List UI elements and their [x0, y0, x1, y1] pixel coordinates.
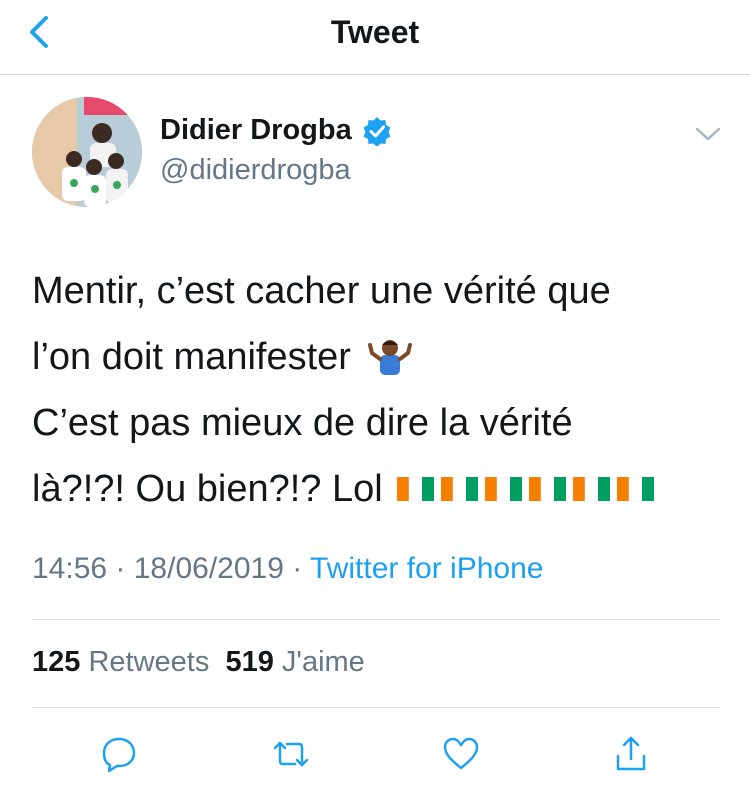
man-shrugging-emoji-icon	[367, 340, 412, 375]
share-icon[interactable]	[611, 734, 651, 774]
likes-count: 519	[225, 646, 274, 678]
ivory-coast-flag-icon	[441, 476, 479, 502]
divider	[32, 707, 720, 708]
tweet-source-link[interactable]: Twitter for iPhone	[310, 552, 543, 585]
reply-icon[interactable]	[99, 734, 139, 774]
ivory-coast-flag-icon	[485, 476, 523, 502]
navigation-bar: Tweet	[0, 0, 750, 75]
likes-label: J'aime	[281, 646, 365, 678]
tweet-line: Mentir, c’est cacher une vérité que	[32, 270, 611, 312]
page-title: Tweet	[330, 14, 420, 50]
author-handle[interactable]: @didierdrogba	[160, 154, 351, 187]
likes-stat[interactable]: 519 J'aime	[225, 646, 364, 678]
chevron-down-icon[interactable]	[694, 124, 722, 144]
retweets-stat[interactable]: 125 Retweets	[32, 646, 209, 678]
verified-badge-icon	[363, 116, 391, 146]
meta-separator: ·	[107, 552, 134, 585]
retweet-icon[interactable]	[271, 734, 311, 774]
tweet-line: C’est pas mieux de dire la vérité	[32, 402, 573, 444]
like-heart-icon[interactable]	[441, 734, 481, 774]
author-name-row[interactable]: Didier Drogba	[160, 114, 392, 147]
retweets-label: Retweets	[88, 646, 210, 678]
tweet-line-with-emoji: l’on doit manifester	[32, 324, 722, 390]
divider	[32, 619, 720, 620]
ivory-coast-flag-icon	[397, 476, 435, 502]
author-name[interactable]: Didier Drogba	[160, 114, 352, 147]
tweet-meta: 14:56 · 18/06/2019 · Twitter for iPhone	[32, 552, 543, 586]
ivory-coast-flag-icon	[573, 476, 611, 502]
tweet-line-with-flags: là?!?! Ou bien?!? Lol	[32, 456, 722, 522]
ivory-coast-flag-icon	[529, 476, 567, 502]
tweet-date: 18/06/2019	[133, 552, 284, 585]
retweets-count: 125	[32, 646, 81, 678]
tweet-line: là?!?! Ou bien?!? Lol	[32, 468, 383, 510]
tweet-line: l’on doit manifester	[32, 336, 351, 378]
meta-separator: ·	[283, 552, 311, 585]
avatar[interactable]	[32, 97, 142, 207]
tweet-stats: 125 Retweets 519 J'aime	[32, 646, 365, 679]
tweet-text: Mentir, c’est cacher une vérité que l’on…	[32, 258, 722, 522]
tweet-time: 14:56	[32, 552, 108, 585]
ivory-coast-flag-icon	[617, 476, 655, 502]
